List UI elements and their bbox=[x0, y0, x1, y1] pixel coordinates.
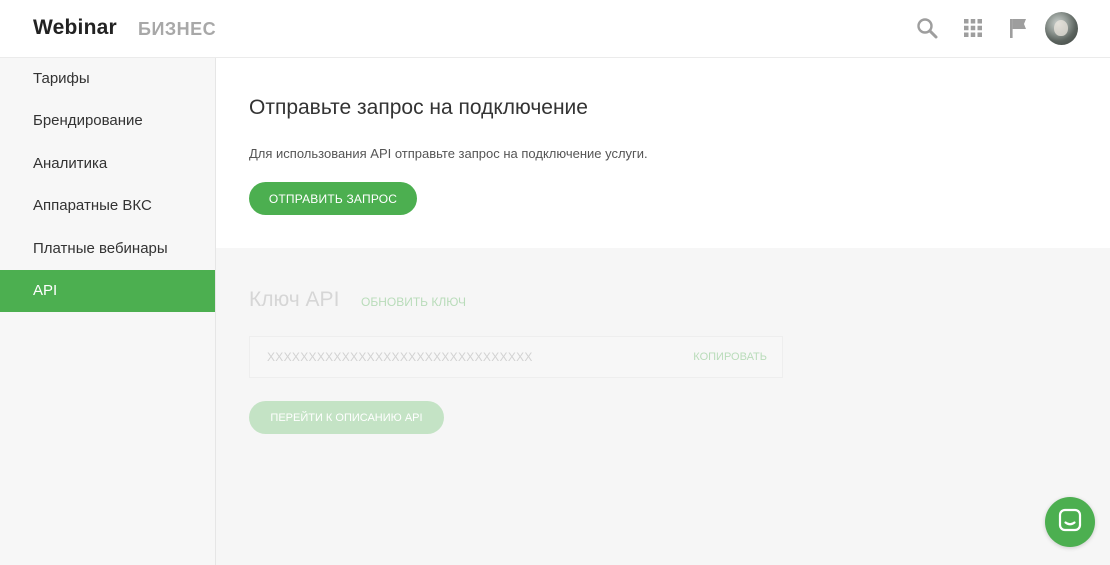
sidebar: Тарифы Брендирование Аналитика Аппаратны… bbox=[0, 58, 216, 565]
sidebar-item-analytics[interactable]: Аналитика bbox=[0, 143, 215, 185]
top-bar: Webinar БИЗНЕС bbox=[0, 0, 1110, 58]
logo-subtitle: БИЗНЕС bbox=[138, 19, 217, 39]
refresh-key-link[interactable]: ОБНОВИТЬ КЛЮЧ bbox=[361, 295, 466, 309]
api-key-section: Ключ API ОБНОВИТЬ КЛЮЧ XXXXXXXXXXXXXXXXX… bbox=[216, 248, 1110, 565]
search-icon[interactable] bbox=[915, 16, 939, 40]
sidebar-item-tariffs[interactable]: Тарифы bbox=[0, 58, 215, 100]
apps-grid-icon[interactable] bbox=[961, 16, 985, 40]
api-key-field[interactable]: XXXXXXXXXXXXXXXXXXXXXXXXXXXXXXXX КОПИРОВ… bbox=[249, 336, 783, 378]
sidebar-item-hardware-vcs[interactable]: Аппаратные ВКС bbox=[0, 185, 215, 227]
sidebar-item-api[interactable]: API bbox=[0, 270, 215, 312]
page-title: Отправьте запрос на подключение bbox=[249, 96, 588, 119]
avatar[interactable] bbox=[1045, 12, 1078, 45]
chat-icon bbox=[1057, 507, 1083, 538]
api-key-title: Ключ API bbox=[249, 288, 340, 311]
api-key-value: XXXXXXXXXXXXXXXXXXXXXXXXXXXXXXXX bbox=[267, 350, 533, 364]
chat-button[interactable] bbox=[1045, 497, 1095, 547]
copy-key-link[interactable]: КОПИРОВАТЬ bbox=[693, 351, 767, 363]
request-description: Для использования API отправьте запрос н… bbox=[249, 146, 648, 161]
sidebar-item-paid-webinars[interactable]: Платные вебинары bbox=[0, 228, 215, 270]
api-docs-button[interactable]: ПЕРЕЙТИ К ОПИСАНИЮ API bbox=[249, 401, 444, 434]
logo[interactable]: Webinar bbox=[33, 16, 117, 40]
request-section: Отправьте запрос на подключение Для испо… bbox=[216, 58, 1110, 248]
send-request-button[interactable]: ОТПРАВИТЬ ЗАПРОС bbox=[249, 182, 417, 215]
sidebar-item-branding[interactable]: Брендирование bbox=[0, 100, 215, 142]
flag-icon[interactable] bbox=[1006, 16, 1030, 40]
